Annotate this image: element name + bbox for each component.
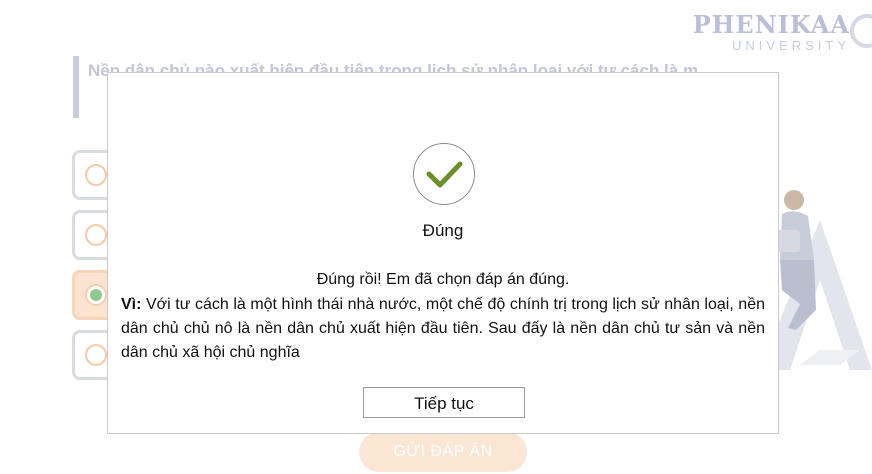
- university-logo: PHENIKAA UNIVERSITY: [682, 6, 872, 53]
- submit-answer-button[interactable]: GỬI ĐÁP ÁN: [359, 432, 527, 472]
- logo-wordmark: PHENIKAA: [692, 10, 850, 39]
- result-dialog: Đúng Đúng rồi! Em đã chọn đáp án đúng. V…: [107, 72, 779, 434]
- logo-ring-icon: [850, 14, 872, 48]
- question-accent-bar: [73, 56, 79, 118]
- radio-button[interactable]: [85, 164, 107, 186]
- check-icon: [413, 143, 475, 205]
- continue-button[interactable]: Tiếp tục: [363, 387, 525, 418]
- explanation-text: Vì: Với tư cách là một hình thái nhà nướ…: [121, 293, 765, 365]
- result-message: Đúng rồi! Em đã chọn đáp án đúng.: [316, 271, 570, 288]
- result-title: Đúng: [422, 221, 464, 240]
- explanation-body: Với tư cách là một hình thái nhà nước, m…: [121, 296, 765, 361]
- explanation-label: Vì:: [121, 296, 142, 313]
- radio-button-selected[interactable]: [85, 284, 107, 306]
- logo-subtitle: UNIVERSITY: [731, 38, 850, 53]
- radio-button[interactable]: [85, 224, 107, 246]
- radio-button[interactable]: [85, 344, 107, 366]
